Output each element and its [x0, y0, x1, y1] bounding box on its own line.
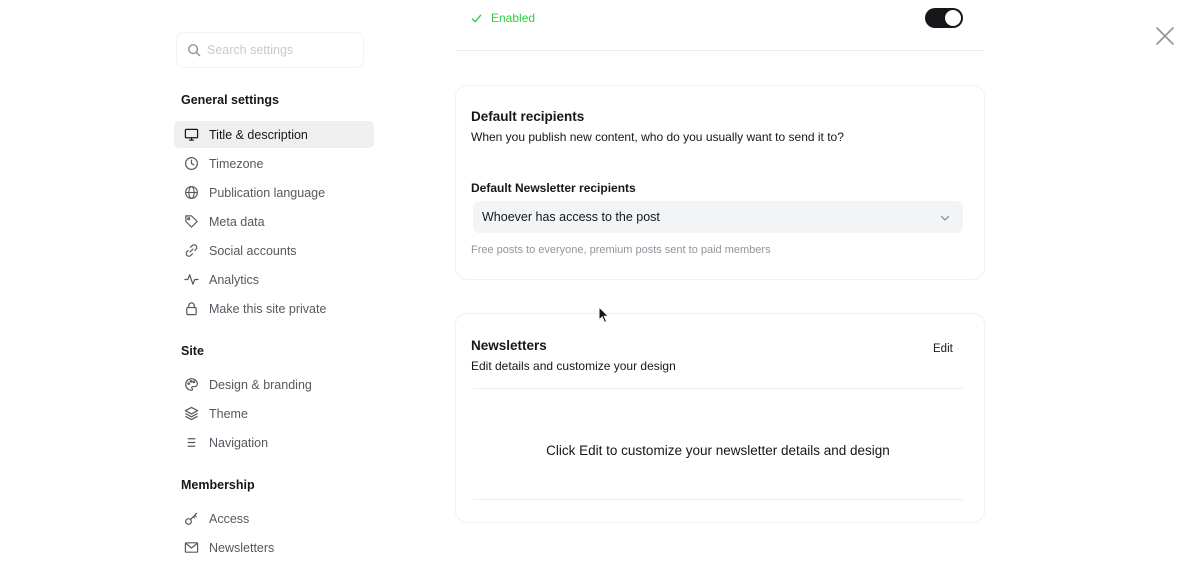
enabled-toggle[interactable]	[925, 8, 963, 28]
sidebar-item-label: Meta data	[209, 214, 265, 229]
close-icon	[1156, 27, 1174, 45]
sidebar-item-label: Design & branding	[209, 377, 312, 392]
sidebar-item-label: Title & description	[209, 127, 308, 142]
default-recipients-description: When you publish new content, who do you…	[471, 130, 844, 144]
pulse-icon	[183, 272, 199, 288]
sidebar-item-design-branding[interactable]: Design & branding	[174, 371, 374, 398]
sidebar-item-label: Analytics	[209, 272, 260, 287]
sidebar-item-title-description[interactable]: Title & description	[174, 121, 374, 148]
newsletters-description: Edit details and customize your design	[471, 359, 676, 373]
sidebar-item-label: Theme	[209, 406, 248, 421]
select-value: Whoever has access to the post	[482, 210, 660, 224]
enabled-row: Enabled	[471, 8, 965, 28]
settings-sidebar: General settings Title & description Tim…	[174, 0, 376, 570]
link-icon	[183, 243, 199, 259]
settings-main: Enabled Default recipients When you publ…	[455, 0, 985, 570]
sidebar-item-make-site-private[interactable]: Make this site private	[174, 295, 374, 322]
search-input[interactable]	[207, 43, 357, 57]
search-icon	[188, 44, 201, 57]
default-recipients-select[interactable]: Whoever has access to the post	[473, 201, 963, 233]
sidebar-item-publication-language[interactable]: Publication language	[174, 179, 374, 206]
clock-icon	[183, 156, 199, 172]
sidebar-item-social-accounts[interactable]: Social accounts	[174, 237, 374, 264]
close-button[interactable]	[1153, 24, 1177, 48]
enabled-status: Enabled	[491, 11, 536, 25]
tag-icon	[183, 214, 199, 230]
sidebar-item-newsletters[interactable]: Newsletters	[174, 534, 374, 561]
newsletters-empty-message: Click Edit to customize your newsletter …	[546, 443, 890, 458]
divider	[455, 50, 985, 51]
section-title-site: Site	[181, 344, 204, 358]
sidebar-item-label: Publication language	[209, 185, 326, 200]
sidebar-item-label: Newsletters	[209, 540, 275, 555]
sidebar-item-label: Timezone	[209, 156, 264, 171]
chevron-down-icon	[939, 211, 951, 223]
newsletters-title: Newsletters	[471, 338, 547, 353]
check-icon	[471, 12, 483, 24]
sidebar-item-label: Social accounts	[209, 243, 297, 258]
key-icon	[183, 511, 199, 527]
sidebar-item-theme[interactable]: Theme	[174, 400, 374, 427]
sidebar-item-navigation[interactable]: Navigation	[174, 429, 374, 456]
search-box[interactable]	[176, 32, 364, 68]
sidebar-item-access[interactable]: Access	[174, 505, 374, 532]
sidebar-item-timezone[interactable]: Timezone	[174, 150, 374, 177]
default-newsletter-recipients-label: Default Newsletter recipients	[471, 181, 636, 195]
sidebar-item-analytics[interactable]: Analytics	[174, 266, 374, 293]
sidebar-item-label: Access	[209, 511, 250, 526]
sidebar-item-label: Navigation	[209, 435, 269, 450]
newsletters-edit-button[interactable]: Edit	[933, 343, 953, 355]
palette-icon	[183, 377, 199, 393]
sidebar-item-meta-data[interactable]: Meta data	[174, 208, 374, 235]
layers-icon	[183, 406, 199, 422]
toggle-knob	[945, 10, 961, 26]
lock-icon	[183, 301, 199, 317]
divider	[473, 388, 963, 389]
mouse-cursor-icon	[598, 306, 610, 324]
recipients-hint: Free posts to everyone, premium posts se…	[471, 244, 771, 256]
globe-icon	[183, 185, 199, 201]
monitor-icon	[183, 127, 199, 143]
divider	[473, 499, 963, 500]
default-recipients-title: Default recipients	[471, 109, 585, 124]
section-title-general: General settings	[181, 93, 279, 107]
mail-icon	[183, 540, 199, 556]
section-title-membership: Membership	[181, 478, 255, 492]
sidebar-item-label: Make this site private	[209, 301, 327, 316]
menu-icon	[183, 435, 199, 451]
